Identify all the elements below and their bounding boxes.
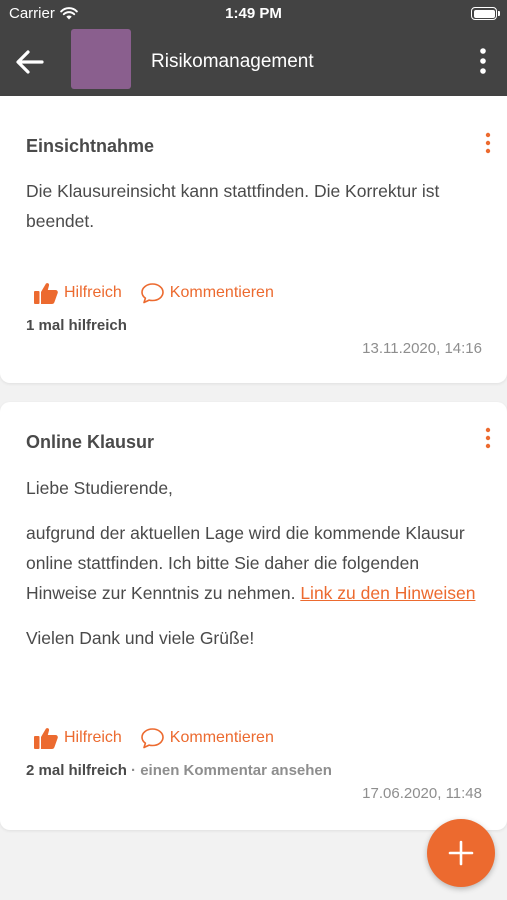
helpful-count: 1 mal hilfreich [26, 317, 127, 334]
post-card: Online Klausur Liebe Studierende, aufgru… [0, 402, 507, 830]
post-greeting: Liebe Studierende, [26, 478, 173, 498]
post-body: Liebe Studierende, aufgrund der aktuelle… [26, 473, 476, 668]
helpful-count: 2 mal hilfreich [26, 762, 127, 779]
comment-icon [140, 283, 164, 304]
thumbs-up-icon [34, 283, 58, 304]
navigation-bar: Risikomanagement [0, 28, 507, 96]
view-comment-link[interactable]: · einen Kommentar ansehen [131, 762, 332, 779]
post-actions: Hilfreich Kommentieren [33, 281, 274, 305]
hinweise-link[interactable]: Link zu den Hinweisen [300, 583, 475, 603]
helpful-label: Hilfreich [64, 284, 122, 301]
post-date: 17.06.2020, 11:48 [362, 785, 482, 802]
add-post-button[interactable] [427, 819, 495, 887]
helpful-button[interactable]: Hilfreich [33, 281, 122, 305]
post-meta: 2 mal hilfreich · einen Kommentar ansehe… [26, 762, 332, 779]
page-title: Risikomanagement [151, 51, 314, 72]
helpful-button[interactable]: Hilfreich [33, 726, 122, 750]
status-bar: Carrier 1:49 PM [0, 0, 507, 28]
post-body: Die Klausureinsicht kann stattfinden. Di… [26, 176, 476, 251]
post-date: 13.11.2020, 14:16 [362, 340, 482, 357]
post-paragraph: aufgrund der aktuellen Lage wird die kom… [26, 518, 476, 608]
comment-icon [140, 728, 164, 749]
post-menu-icon[interactable] [483, 132, 493, 154]
helpful-label: Hilfreich [64, 729, 122, 746]
post-closing: Vielen Dank und viele Grüße! [26, 628, 255, 648]
thumbs-up-icon [34, 728, 58, 749]
post-card: Einsichtnahme Die Klausureinsicht kann s… [0, 96, 507, 383]
post-actions: Hilfreich Kommentieren [33, 726, 274, 750]
comment-button[interactable]: Kommentieren [140, 282, 274, 304]
plus-icon [448, 840, 474, 866]
battery-icon [471, 7, 500, 20]
comment-label: Kommentieren [169, 729, 274, 746]
post-title: Online Klausur [26, 432, 155, 452]
clock: 1:49 PM [225, 5, 282, 22]
post-menu-icon[interactable] [483, 427, 493, 449]
course-thumbnail[interactable] [71, 29, 131, 89]
more-vertical-icon[interactable] [477, 46, 489, 76]
comment-button[interactable]: Kommentieren [140, 727, 274, 749]
back-arrow-icon[interactable] [14, 46, 46, 78]
post-title: Einsichtnahme [26, 136, 155, 156]
comment-label: Kommentieren [169, 284, 274, 301]
post-paragraph: Die Klausureinsicht kann stattfinden. Di… [26, 181, 440, 231]
